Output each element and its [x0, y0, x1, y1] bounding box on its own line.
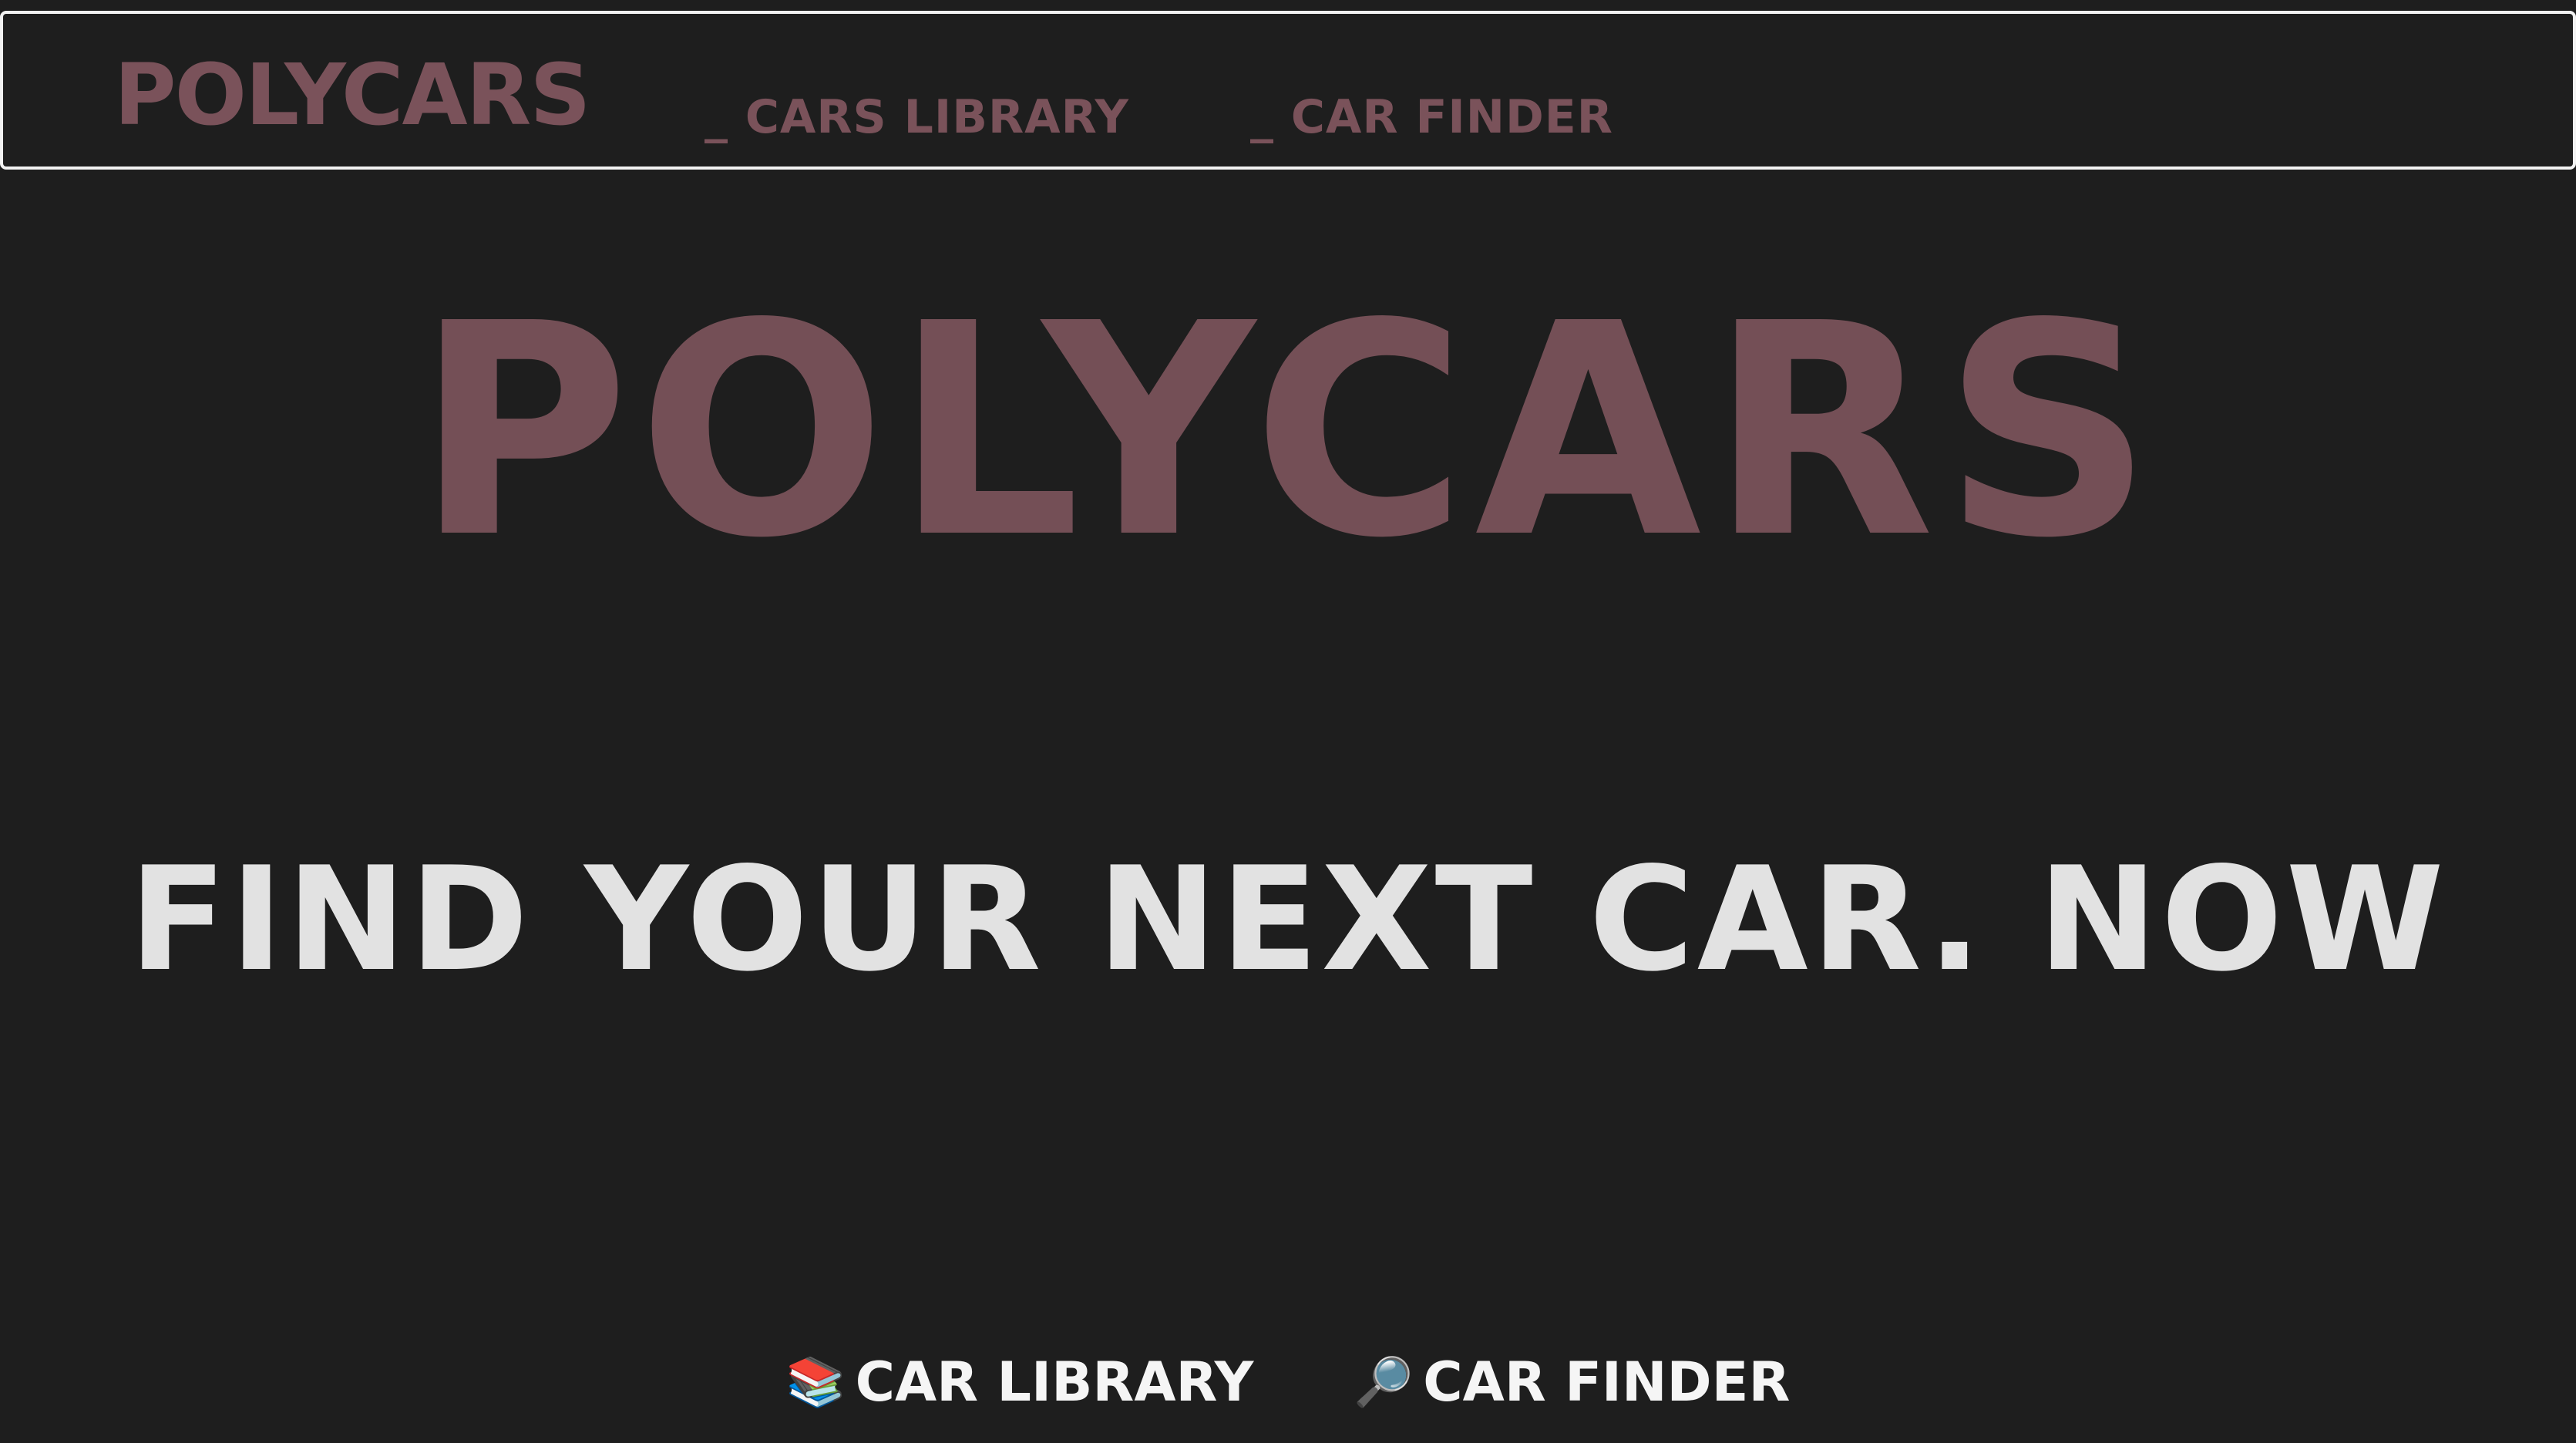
books-icon: 📚 [785, 1354, 846, 1410]
bottom-link-label: CAR LIBRARY [855, 1350, 1254, 1414]
top-navbar: POLYCARS _ CARS LIBRARY _ CAR FINDER [0, 11, 2576, 170]
nav-brand-logo[interactable]: POLYCARS [114, 52, 591, 137]
hero-tagline: FIND YOUR NEXT CAR. NOW [129, 836, 2447, 1003]
bottom-links: 📚 CAR LIBRARY 🔎 CAR FINDER [0, 1355, 2576, 1409]
nav-link-car-finder[interactable]: _ CAR FINDER [1250, 94, 1613, 140]
bottom-link-car-finder[interactable]: 🔎 CAR FINDER [1354, 1355, 1790, 1409]
hero-title: POLYCARS [415, 261, 2161, 602]
nav-link-cars-library[interactable]: _ CARS LIBRARY [705, 94, 1129, 140]
bottom-link-car-library[interactable]: 📚 CAR LIBRARY [786, 1355, 1254, 1409]
bottom-link-label: CAR FINDER [1423, 1350, 1791, 1414]
magnifying-glass-icon: 🔎 [1354, 1354, 1414, 1410]
